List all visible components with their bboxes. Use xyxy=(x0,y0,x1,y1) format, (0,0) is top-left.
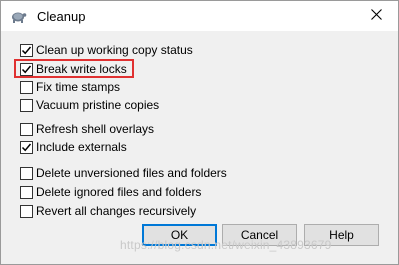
close-icon xyxy=(370,9,382,23)
option-fix-time-stamps[interactable]: Fix time stamps xyxy=(20,79,120,95)
option-label: Delete ignored files and folders xyxy=(36,185,202,199)
title-bar[interactable]: Cleanup xyxy=(1,1,398,31)
highlight-annotation xyxy=(14,59,134,78)
option-delete-unversioned-files-and-folders[interactable]: Delete unversioned files and folders xyxy=(20,165,227,181)
watermark-text: https://blog.csdn.net/weixin_43893679 xyxy=(120,238,332,252)
option-label: Delete unversioned files and folders xyxy=(36,166,227,180)
close-button[interactable] xyxy=(359,3,393,29)
checkbox[interactable] xyxy=(20,204,33,218)
checkbox[interactable] xyxy=(20,140,33,154)
checkbox[interactable] xyxy=(20,80,33,94)
option-include-externals[interactable]: Include externals xyxy=(20,139,127,155)
window-title: Cleanup xyxy=(37,9,86,24)
checkbox[interactable] xyxy=(20,98,33,112)
option-label: Clean up working copy status xyxy=(36,43,193,57)
option-vacuum-pristine-copies[interactable]: Vacuum pristine copies xyxy=(20,97,159,113)
checkbox[interactable] xyxy=(20,122,33,136)
tortoise-icon xyxy=(9,8,27,24)
option-revert-all-changes-recursively[interactable]: Revert all changes recursively xyxy=(20,203,196,219)
option-refresh-shell-overlays[interactable]: Refresh shell overlays xyxy=(20,121,154,137)
option-delete-ignored-files-and-folders[interactable]: Delete ignored files and folders xyxy=(20,184,201,200)
option-clean-up-working-copy-status[interactable]: Clean up working copy status xyxy=(20,42,193,58)
option-label: Include externals xyxy=(36,140,127,154)
checkbox[interactable] xyxy=(20,185,33,199)
option-label: Vacuum pristine copies xyxy=(36,98,160,112)
cleanup-dialog: Cleanup Clean up working copy status Bre… xyxy=(0,0,399,265)
option-label: Refresh shell overlays xyxy=(36,122,155,136)
dialog-content: Clean up working copy status Break write… xyxy=(1,31,398,264)
checkbox[interactable] xyxy=(20,43,33,57)
option-label: Revert all changes recursively xyxy=(36,204,197,218)
checkbox[interactable] xyxy=(20,166,33,180)
option-label: Fix time stamps xyxy=(36,80,121,94)
